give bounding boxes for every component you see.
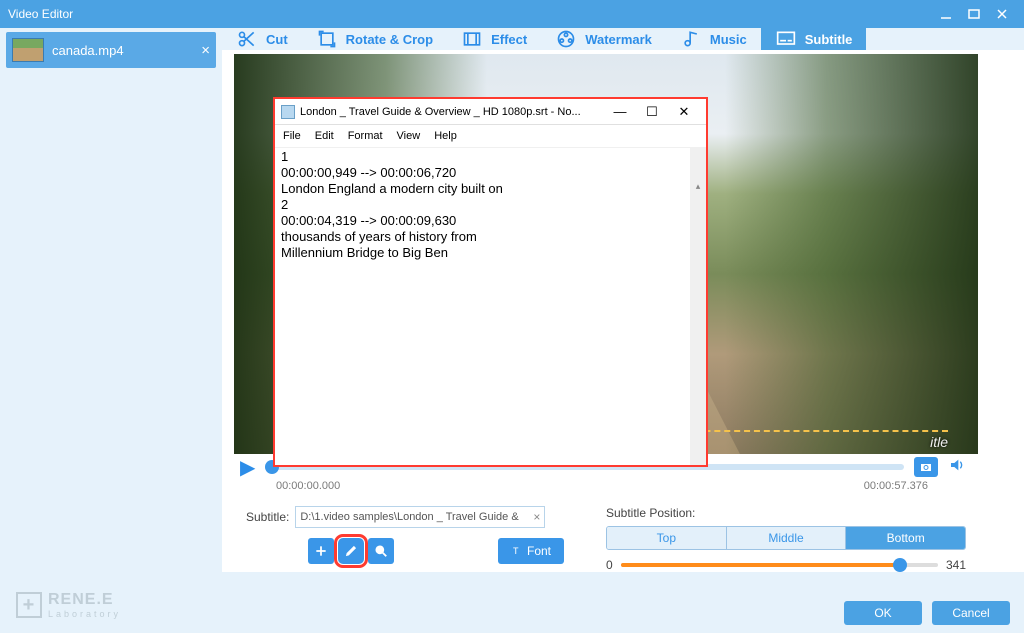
clear-subtitle-icon[interactable]: × [533,510,540,524]
notepad-text-area[interactable]: 1 00:00:00,949 --> 00:00:06,720 London E… [275,147,706,465]
dialog-footer: OK Cancel [844,601,1010,625]
tab-rotate-crop[interactable]: Rotate & Crop [302,28,447,50]
position-tabs: Top Middle Bottom [606,526,966,550]
position-bottom[interactable]: Bottom [846,527,965,549]
search-subtitle-button[interactable] [368,538,394,564]
position-middle[interactable]: Middle [727,527,847,549]
volume-icon[interactable] [948,457,966,478]
notepad-title: London _ Travel Guide & Overview _ HD 10… [300,106,581,118]
svg-text:T: T [513,546,519,556]
subtitle-preview-text: itle [930,434,948,450]
menu-view[interactable]: View [397,130,421,142]
edit-subtitle-button[interactable] [338,538,364,564]
font-button[interactable]: T Font [498,538,564,564]
menu-help[interactable]: Help [434,130,457,142]
close-button[interactable] [988,4,1016,24]
tab-watermark[interactable]: Watermark [541,28,666,50]
time-end: 00:00:57.376 [864,480,928,492]
notepad-minimize-button[interactable]: — [604,104,636,119]
subtitle-icon [775,28,797,50]
file-thumbnail [12,38,44,62]
time-start: 00:00:00.000 [276,480,340,492]
music-note-icon [680,28,702,50]
subtitle-path-label: Subtitle: [246,510,289,524]
titlebar: Video Editor [0,0,1024,28]
menu-format[interactable]: Format [348,130,383,142]
cancel-button[interactable]: Cancel [932,601,1010,625]
file-close-icon[interactable]: × [201,42,210,59]
notepad-maximize-button[interactable]: ☐ [636,104,668,120]
scroll-up-icon[interactable]: ▴ [690,178,706,194]
ok-button[interactable]: OK [844,601,922,625]
menu-file[interactable]: File [283,130,301,142]
add-subtitle-button[interactable] [308,538,334,564]
maximize-button[interactable] [960,4,988,24]
position-min: 0 [606,558,613,572]
tab-music[interactable]: Music [666,28,761,50]
file-name: canada.mp4 [52,43,124,58]
subtitle-position-label: Subtitle Position: [606,506,966,520]
menu-edit[interactable]: Edit [315,130,334,142]
file-item[interactable]: canada.mp4 × [6,32,216,68]
position-slider[interactable] [621,563,938,567]
scissors-icon [236,28,258,50]
tab-effect[interactable]: Effect [447,28,541,50]
subtitle-path-input[interactable] [295,506,545,528]
reel-icon [555,28,577,50]
plus-icon: + [16,592,42,618]
notepad-menubar: File Edit Format View Help [275,125,706,147]
play-button[interactable]: ▶ [240,455,255,480]
notepad-app-icon [281,105,295,119]
tab-subtitle[interactable]: Subtitle [761,28,867,50]
brand-watermark: + RENE.E Laboratory [16,591,121,619]
crop-icon [316,28,338,50]
notepad-window[interactable]: London _ Travel Guide & Overview _ HD 10… [273,97,708,467]
app-title: Video Editor [8,7,73,21]
notepad-scrollbar[interactable]: ▴ [690,148,706,465]
file-sidebar: canada.mp4 × [0,28,222,565]
position-max: 341 [946,558,966,572]
notepad-close-button[interactable]: ✕ [668,104,700,120]
tool-tabs: Cut Rotate & Crop Effect Watermark Music… [222,28,1024,50]
notepad-titlebar[interactable]: London _ Travel Guide & Overview _ HD 10… [275,99,706,125]
minimize-button[interactable] [932,4,960,24]
tab-cut[interactable]: Cut [222,28,302,50]
position-top[interactable]: Top [607,527,727,549]
film-icon [461,28,483,50]
snapshot-button[interactable] [914,457,938,477]
